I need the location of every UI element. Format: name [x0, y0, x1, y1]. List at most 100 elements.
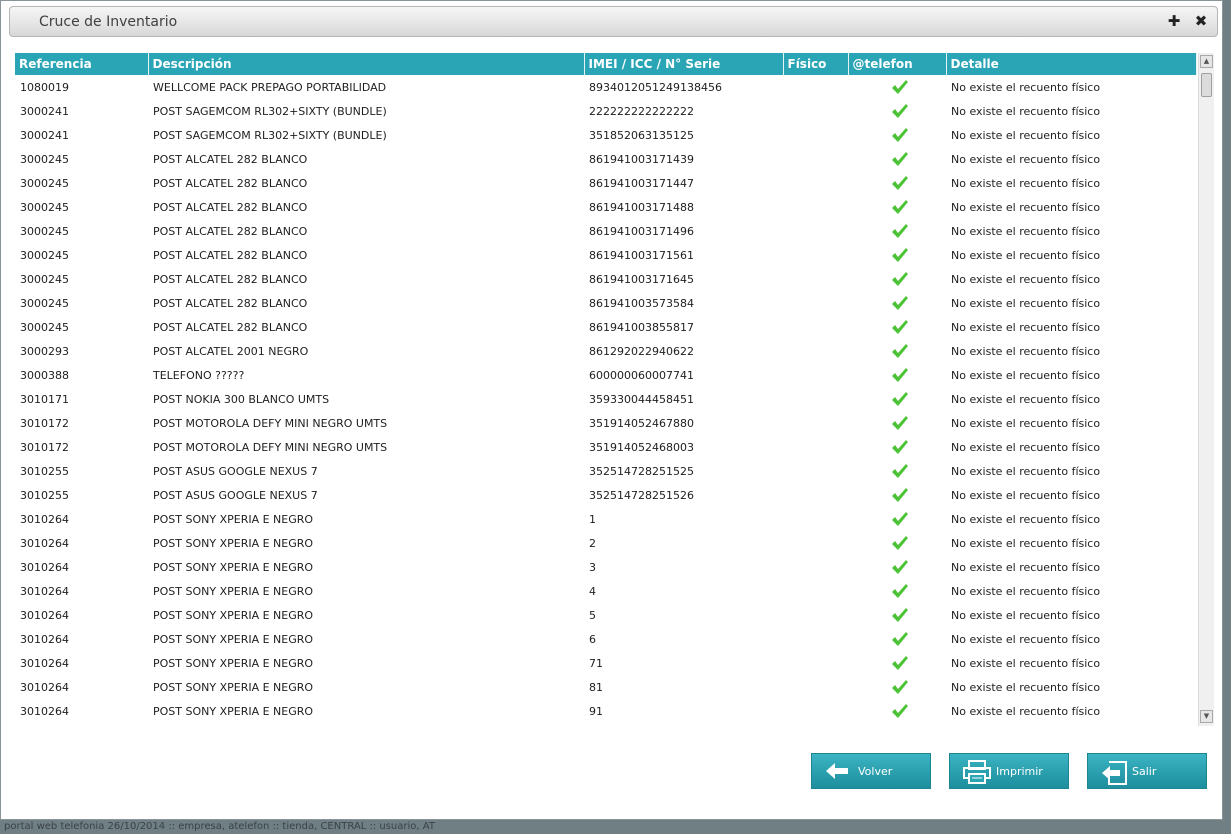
- table-row[interactable]: 3010255 POST ASUS GOOGLE NEXUS 7 352514728…: [15, 459, 1196, 483]
- cell-telefon: [848, 171, 946, 195]
- cell-detalle: No existe el recuento físico: [951, 656, 1101, 670]
- check-icon: [891, 679, 908, 694]
- cell-descripcion: POST ASUS GOOGLE NEXUS 7: [153, 464, 318, 478]
- check-icon: [891, 367, 908, 382]
- cell-fisico: [783, 555, 848, 579]
- scroll-up-icon[interactable]: ▲: [1200, 55, 1213, 68]
- cell-imei: 91: [589, 704, 603, 718]
- cell-referencia: 3000245: [20, 152, 69, 166]
- cell-telefon: [848, 339, 946, 363]
- check-icon: [891, 295, 908, 310]
- cell-imei: 861941003171447: [589, 176, 694, 190]
- table-row[interactable]: 3000241 POST SAGEMCOM RL302+SIXTY (BUNDLE…: [15, 99, 1196, 123]
- imprimir-button[interactable]: Imprimir: [949, 753, 1069, 789]
- table-row[interactable]: 3000245 POST ALCATEL 282 BLANCO 8619410035…: [15, 291, 1196, 315]
- cell-descripcion: TELEFONO ?????: [153, 368, 245, 382]
- salir-button[interactable]: Salir: [1087, 753, 1207, 789]
- cell-fisico: [783, 699, 848, 723]
- column-header-referencia[interactable]: Referencia: [15, 53, 149, 75]
- table-row[interactable]: 3010255 POST ASUS GOOGLE NEXUS 7 352514728…: [15, 483, 1196, 507]
- cell-fisico: [783, 627, 848, 651]
- cell-telefon: [848, 267, 946, 291]
- grid-scrollbar[interactable]: ▲ ▼: [1198, 53, 1214, 726]
- table-row[interactable]: 3010264 POST SONY XPERIA E NEGRO 5 No exist…: [15, 603, 1196, 627]
- cell-detalle: No existe el recuento físico: [951, 608, 1101, 622]
- cell-detalle: No existe el recuento físico: [951, 80, 1101, 94]
- table-row[interactable]: 3000245 POST ALCATEL 282 BLANCO 8619410031…: [15, 219, 1196, 243]
- status-footer: portal web telefonia 26/10/2014 :: empre…: [4, 821, 435, 832]
- cell-referencia: 3010172: [20, 440, 69, 454]
- maximize-icon[interactable]: ✚: [1165, 12, 1183, 30]
- cell-fisico: [783, 483, 848, 507]
- inventory-grid: Referencia Descripción IMEI / ICC / N° S…: [15, 53, 1214, 726]
- table-row[interactable]: 3000245 POST ALCATEL 282 BLANCO 8619410031…: [15, 243, 1196, 267]
- table-row[interactable]: 3000245 POST ALCATEL 282 BLANCO 8619410031…: [15, 195, 1196, 219]
- check-icon: [891, 655, 908, 670]
- table-row[interactable]: 3010264 POST SONY XPERIA E NEGRO 91 No exis…: [15, 699, 1196, 723]
- table-row[interactable]: 3000245 POST ALCATEL 282 BLANCO 8619410038…: [15, 315, 1196, 339]
- table-row[interactable]: 3000245 POST ALCATEL 282 BLANCO 8619410031…: [15, 147, 1196, 171]
- cell-fisico: [783, 243, 848, 267]
- check-icon: [891, 607, 908, 622]
- table-row[interactable]: 3000293 POST ALCATEL 2001 NEGRO 8612920229…: [15, 339, 1196, 363]
- check-icon: [891, 511, 908, 526]
- column-header-detalle[interactable]: Detalle: [946, 53, 1197, 75]
- table-row[interactable]: 3010264 POST SONY XPERIA E NEGRO 81 No exis…: [15, 675, 1196, 699]
- cell-telefon: [848, 555, 946, 579]
- column-header-fisico[interactable]: Físico: [783, 53, 849, 75]
- column-header-descripcion[interactable]: Descripción: [148, 53, 585, 75]
- table-row[interactable]: 3010171 POST NOKIA 300 BLANCO UMTS 3593300…: [15, 387, 1196, 411]
- cell-referencia: 1080019: [20, 80, 69, 94]
- cell-descripcion: POST SONY XPERIA E NEGRO: [153, 584, 314, 598]
- volver-button[interactable]: Volver: [811, 753, 931, 789]
- cell-detalle: No existe el recuento físico: [951, 680, 1101, 694]
- table-row[interactable]: 3000388 TELEFONO ????? 600000060007741 No e…: [15, 363, 1196, 387]
- table-row[interactable]: 3010264 POST SONY XPERIA E NEGRO 71 No exis…: [15, 651, 1196, 675]
- table-row[interactable]: 3010172 POST MOTOROLA DEFY MINI NEGRO UMT…: [15, 435, 1196, 459]
- check-icon: [891, 79, 908, 94]
- scroll-thumb[interactable]: [1201, 73, 1212, 97]
- column-header-telefon[interactable]: @telefon: [848, 53, 947, 75]
- table-row[interactable]: 3010264 POST SONY XPERIA E NEGRO 2 No exist…: [15, 531, 1196, 555]
- cell-telefon: [848, 363, 946, 387]
- cell-descripcion: POST SONY XPERIA E NEGRO: [153, 536, 314, 550]
- cell-referencia: 3000241: [20, 104, 69, 118]
- table-row[interactable]: 3010264 POST SONY XPERIA E NEGRO 6 No exist…: [15, 627, 1196, 651]
- cell-detalle: No existe el recuento físico: [951, 152, 1101, 166]
- column-header-imei[interactable]: IMEI / ICC / N° Serie: [584, 53, 784, 75]
- cell-detalle: No existe el recuento físico: [951, 248, 1101, 262]
- cell-telefon: [848, 531, 946, 555]
- table-row[interactable]: 3010264 POST SONY XPERIA E NEGRO 1 No exist…: [15, 507, 1196, 531]
- cell-descripcion: WELLCOME PACK PREPAGO PORTABILIDAD: [153, 80, 387, 94]
- table-row[interactable]: 3010172 POST MOTOROLA DEFY MINI NEGRO UMT…: [15, 411, 1196, 435]
- check-icon: [891, 559, 908, 574]
- cell-telefon: [848, 579, 946, 603]
- table-row[interactable]: 3010264 POST SONY XPERIA E NEGRO 4 No exist…: [15, 579, 1196, 603]
- cell-fisico: [783, 267, 848, 291]
- cell-imei: 351852063135125: [589, 128, 694, 142]
- check-icon: [891, 103, 908, 118]
- cell-telefon: [848, 507, 946, 531]
- cell-imei: 861292022940622: [589, 344, 694, 358]
- cell-detalle: No existe el recuento físico: [951, 464, 1101, 478]
- cell-telefon: [848, 459, 946, 483]
- table-row[interactable]: 3010264 POST SONY XPERIA E NEGRO 3 No exist…: [15, 555, 1196, 579]
- cell-fisico: [783, 411, 848, 435]
- cell-telefon: [848, 675, 946, 699]
- cell-descripcion: POST ALCATEL 282 BLANCO: [153, 152, 308, 166]
- table-row[interactable]: 3000245 POST ALCATEL 282 BLANCO 8619410031…: [15, 171, 1196, 195]
- cell-fisico: [783, 123, 848, 147]
- cell-referencia: 3000241: [20, 128, 69, 142]
- check-icon: [891, 415, 908, 430]
- cell-fisico: [783, 531, 848, 555]
- cell-fisico: [783, 195, 848, 219]
- dialog-titlebar[interactable]: Cruce de Inventario ✚ ✖: [9, 6, 1218, 37]
- table-row[interactable]: 1080019 WELLCOME PACK PREPAGO PORTABILIDA…: [15, 75, 1196, 99]
- table-row[interactable]: 3000241 POST SAGEMCOM RL302+SIXTY (BUNDLE…: [15, 123, 1196, 147]
- scroll-down-icon[interactable]: ▼: [1200, 710, 1213, 723]
- cell-descripcion: POST ALCATEL 282 BLANCO: [153, 248, 308, 262]
- cell-fisico: [783, 147, 848, 171]
- cell-detalle: No existe el recuento físico: [951, 224, 1101, 238]
- close-icon[interactable]: ✖: [1192, 12, 1210, 30]
- table-row[interactable]: 3000245 POST ALCATEL 282 BLANCO 8619410031…: [15, 267, 1196, 291]
